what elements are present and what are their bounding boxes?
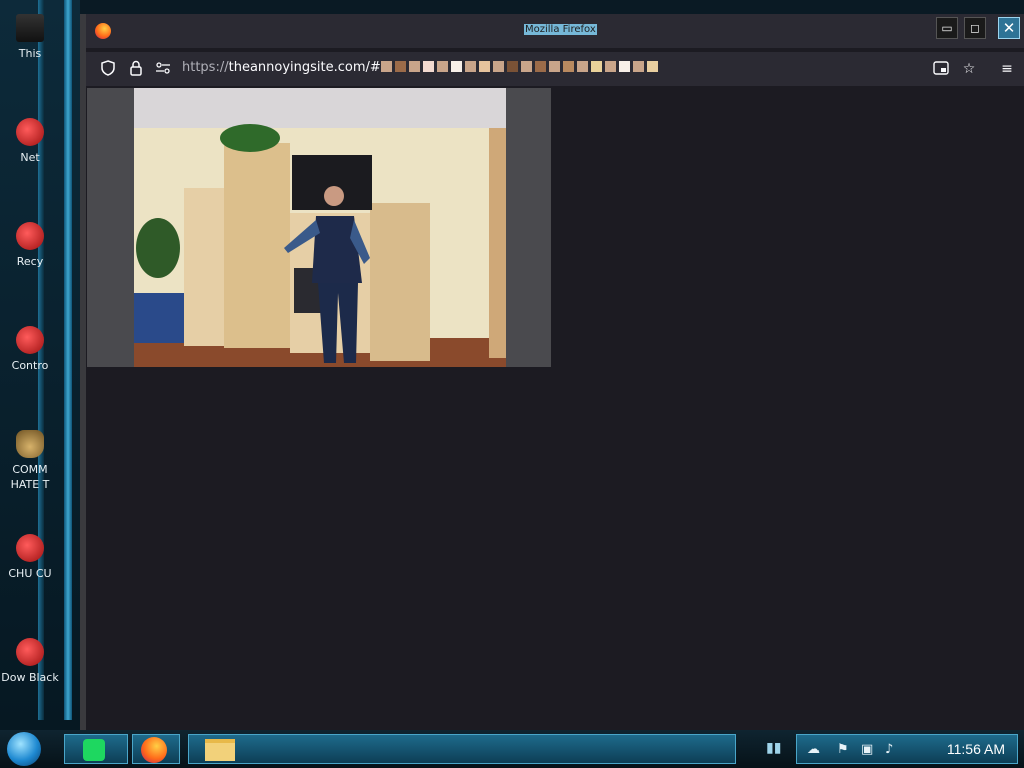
maximize-button[interactable]: ◻ bbox=[964, 17, 986, 39]
url-hash-swatch bbox=[506, 61, 518, 72]
bookmark-star-icon[interactable]: ☆ bbox=[960, 60, 978, 78]
minimize-button[interactable]: ▭ bbox=[936, 17, 958, 39]
money-bag-icon bbox=[16, 430, 44, 458]
spotify-icon bbox=[83, 739, 105, 761]
desktop-icon-label: Recy bbox=[16, 255, 44, 268]
url-hash-swatch bbox=[422, 61, 434, 72]
firefox-icon bbox=[141, 737, 167, 763]
url-hash-swatch bbox=[632, 61, 644, 72]
url-hash-swatch bbox=[380, 61, 392, 72]
shield-icon[interactable] bbox=[99, 60, 117, 78]
url-hash-swatch bbox=[394, 61, 406, 72]
desktop-area: This Net Recy Contro COMM HATE T CHU CU … bbox=[0, 0, 80, 730]
url-emoji-hash bbox=[380, 60, 661, 75]
url-bar[interactable]: https://theannoyingsite.com/# bbox=[182, 60, 661, 75]
url-hash-swatch bbox=[590, 61, 602, 72]
url-hash-swatch bbox=[436, 61, 448, 72]
url-host: theannoyingsite.com/# bbox=[228, 60, 381, 75]
url-hash-swatch bbox=[604, 61, 616, 72]
desktop-icon-chu[interactable]: CHU CU bbox=[0, 534, 60, 581]
system-tray: ☁ ⚑ ▣ ♪ 11:56 AM bbox=[796, 734, 1018, 764]
recycle-bin-icon bbox=[16, 222, 44, 250]
desktop-icon-control-panel[interactable]: Contro bbox=[0, 326, 60, 373]
window-title: Mozilla Firefox bbox=[524, 24, 597, 35]
url-hash-swatch bbox=[576, 61, 588, 72]
url-hash-swatch bbox=[534, 61, 546, 72]
taskbar-firefox[interactable] bbox=[132, 734, 180, 764]
folder-icon bbox=[205, 739, 235, 761]
browser-window: Mozilla Firefox ▭ ◻ ✕ https://theannoyin… bbox=[80, 14, 1024, 730]
desktop-icon-label: Net bbox=[20, 151, 40, 164]
desktop-icon-label: CHU CU bbox=[8, 567, 52, 580]
taskbar-spotify[interactable] bbox=[64, 734, 128, 764]
url-hash-swatch bbox=[548, 61, 560, 72]
taskbar-file-explorer[interactable] bbox=[188, 734, 736, 764]
desktop-icon-comm[interactable]: COMM HATE T bbox=[0, 430, 60, 492]
picture-in-picture-icon[interactable] bbox=[932, 60, 950, 78]
video-frame bbox=[134, 88, 506, 367]
menu-icon[interactable]: ≡ bbox=[998, 60, 1016, 78]
control-panel-icon bbox=[16, 326, 44, 354]
network-tray-icon[interactable]: ☁ bbox=[807, 742, 820, 757]
desktop-icon-recycle-bin[interactable]: Recy bbox=[0, 222, 60, 269]
volume-icon[interactable]: ♪ bbox=[885, 742, 893, 757]
url-hash-swatch bbox=[450, 61, 462, 72]
url-hash-swatch bbox=[618, 61, 630, 72]
desktop-icon-download[interactable]: Dow Black bbox=[0, 638, 60, 685]
network-icon bbox=[16, 118, 44, 146]
lock-icon[interactable] bbox=[127, 60, 145, 78]
start-button[interactable] bbox=[7, 732, 41, 766]
navigation-bar: https://theannoyingsite.com/# ☆ ≡ bbox=[86, 52, 1024, 86]
flag-icon[interactable]: ⚑ bbox=[837, 742, 849, 757]
firefox-icon bbox=[95, 23, 111, 39]
url-hash-swatch bbox=[492, 61, 504, 72]
desktop-icon-network[interactable]: Net bbox=[0, 118, 60, 165]
video-player[interactable] bbox=[87, 88, 551, 367]
desktop-icon-label: This bbox=[18, 47, 42, 60]
url-hash-swatch bbox=[562, 61, 574, 72]
desktop-icon-label: Contro bbox=[11, 359, 49, 372]
title-bar[interactable]: Mozilla Firefox ▭ ◻ ✕ bbox=[86, 14, 1024, 48]
desktop-border bbox=[64, 0, 72, 720]
desktop-icon-this-pc[interactable]: This bbox=[0, 14, 60, 61]
monitor-icon[interactable]: ▣ bbox=[861, 742, 873, 757]
url-hash-swatch bbox=[478, 61, 490, 72]
url-hash-swatch bbox=[408, 61, 420, 72]
clock[interactable]: 11:56 AM bbox=[947, 741, 1005, 757]
url-hash-swatch bbox=[520, 61, 532, 72]
url-hash-swatch bbox=[646, 61, 658, 72]
url-protocol: https:// bbox=[182, 60, 229, 75]
download-icon bbox=[16, 638, 44, 666]
computer-icon bbox=[16, 14, 44, 42]
permissions-icon[interactable] bbox=[154, 60, 172, 78]
shortcut-icon bbox=[16, 534, 44, 562]
desktop-icon-label: Dow Black bbox=[1, 671, 59, 684]
task-view-icon[interactable]: ▮▮ bbox=[766, 740, 781, 756]
close-button[interactable]: ✕ bbox=[998, 17, 1020, 39]
page-content bbox=[86, 86, 1024, 730]
url-hash-swatch bbox=[464, 61, 476, 72]
taskbar: ▮▮ ☁ ⚑ ▣ ♪ 11:56 AM bbox=[0, 730, 1024, 768]
desktop-icon-label: COMM HATE T bbox=[10, 463, 50, 491]
